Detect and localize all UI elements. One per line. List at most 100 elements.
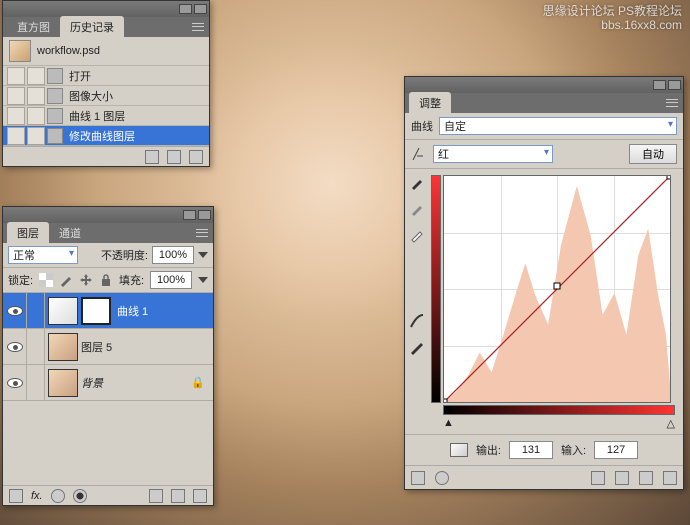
white-slider-icon[interactable]: △ (667, 417, 675, 430)
layers-tabs: 图层 通道 (3, 223, 91, 243)
tab-adjustments[interactable]: 调整 (409, 92, 451, 113)
fx-icon[interactable]: fx. (31, 490, 43, 502)
tab-channels[interactable]: 通道 (49, 222, 91, 243)
layer-thumb[interactable] (48, 333, 78, 361)
eyedropper-black-icon[interactable] (409, 175, 425, 191)
expand-icon[interactable] (435, 471, 449, 485)
return-icon[interactable] (411, 471, 425, 485)
channel-select[interactable]: 红 (433, 145, 553, 163)
new-layer-icon[interactable] (171, 489, 185, 503)
lock-transparent-icon[interactable] (39, 273, 53, 287)
preset-select[interactable]: 自定 (439, 117, 677, 135)
history-item[interactable]: 修改曲线图层 (3, 126, 209, 146)
curve-point-highlight[interactable] (667, 175, 672, 180)
curve-point-mid[interactable] (553, 282, 560, 289)
curves-graph[interactable] (443, 175, 671, 403)
history-document-row[interactable]: workflow.psd (3, 37, 209, 66)
layer-thumb[interactable] (48, 369, 78, 397)
layers-panel: 图层 通道 正常 不透明度: 100% 锁定: 填充: 100% 曲线 1 (2, 206, 214, 506)
panel-menu-icon[interactable] (664, 96, 680, 110)
layer-list: 曲线 1 图层 5 背景 🔒 (3, 293, 213, 485)
history-panel: 直方图 历史记录 workflow.psd 打开 图像大小 曲线 1 图层 修改… (2, 0, 210, 167)
group-icon[interactable] (149, 489, 163, 503)
lock-move-icon[interactable] (79, 273, 93, 287)
blend-mode-select[interactable]: 正常 (8, 246, 78, 264)
collapse-icon[interactable] (179, 4, 192, 14)
layer-item-curves[interactable]: 曲线 1 (3, 293, 213, 329)
panel-menu-icon[interactable] (194, 226, 210, 240)
clip-icon[interactable] (591, 471, 605, 485)
history-list: 打开 图像大小 曲线 1 图层 修改曲线图层 (3, 66, 209, 146)
snapshot-icon[interactable] (145, 150, 159, 164)
opacity-input[interactable]: 100% (152, 246, 194, 264)
opacity-flyout-icon[interactable] (198, 252, 208, 258)
visibility-icon[interactable] (7, 342, 23, 352)
auto-button[interactable]: 自动 (629, 144, 677, 164)
history-item[interactable]: 图像大小 (3, 86, 209, 106)
black-slider-icon[interactable]: ▲ (443, 417, 454, 430)
view-previous-icon[interactable] (615, 471, 629, 485)
lock-all-icon[interactable] (99, 273, 113, 287)
fill-flyout-icon[interactable] (198, 277, 208, 283)
curves-layer-icon (47, 108, 63, 124)
layer-item-background[interactable]: 背景 🔒 (3, 365, 213, 401)
history-item[interactable]: 打开 (3, 66, 209, 86)
history-item-label: 曲线 1 图层 (69, 108, 125, 124)
trash-icon[interactable] (663, 471, 677, 485)
close-icon[interactable] (668, 80, 681, 90)
fill-input[interactable]: 100% (150, 271, 192, 289)
close-icon[interactable] (198, 210, 211, 220)
layer-name: 背景 (81, 375, 103, 391)
trash-icon[interactable] (193, 489, 207, 503)
tab-history[interactable]: 历史记录 (60, 16, 124, 37)
open-icon (47, 68, 63, 84)
history-panel-header[interactable] (3, 1, 209, 17)
history-item-label: 修改曲线图层 (69, 128, 135, 144)
trash-icon[interactable] (189, 150, 203, 164)
tab-histogram[interactable]: 直方图 (7, 16, 60, 37)
curves-type-label: 曲线 (411, 118, 433, 134)
eyedropper-gray-icon[interactable] (409, 201, 425, 217)
image-size-icon (47, 88, 63, 104)
adjustment-icon[interactable] (73, 489, 87, 503)
visibility-icon[interactable] (7, 378, 23, 388)
curve-tools (405, 169, 429, 434)
input-input[interactable]: 127 (594, 441, 638, 459)
visibility-icon[interactable] (7, 306, 23, 316)
layer-mask-thumb[interactable] (81, 297, 111, 325)
watermark: 思缘设计论坛 PS教程论坛 bbs.16xx8.com (543, 4, 682, 32)
curve-pencil-icon[interactable] (409, 339, 425, 355)
mask-icon[interactable] (51, 489, 65, 503)
io-thumb-icon (450, 443, 468, 457)
eyedropper-white-icon[interactable] (409, 227, 425, 243)
history-item-label: 打开 (69, 68, 91, 84)
reset-icon[interactable] (639, 471, 653, 485)
input-label: 输入: (561, 442, 586, 458)
link-layers-icon[interactable] (9, 489, 23, 503)
curve-smooth-icon[interactable] (409, 313, 425, 329)
layer-name: 曲线 1 (117, 303, 148, 319)
fill-label: 填充: (119, 272, 144, 288)
input-gradient (443, 405, 675, 415)
history-item[interactable]: 曲线 1 图层 (3, 106, 209, 126)
panel-menu-icon[interactable] (190, 20, 206, 34)
document-name: workflow.psd (37, 45, 100, 57)
collapse-icon[interactable] (653, 80, 666, 90)
history-tabs: 直方图 历史记录 (3, 17, 124, 37)
adjust-footer (405, 465, 683, 489)
lock-label: 锁定: (8, 272, 33, 288)
tab-layers[interactable]: 图层 (7, 222, 49, 243)
target-adjust-icon[interactable] (411, 146, 427, 162)
modify-curves-icon (47, 128, 63, 144)
lock-brush-icon[interactable] (59, 273, 73, 287)
curve-point-shadow[interactable] (443, 399, 448, 404)
adjust-panel-header[interactable] (405, 77, 683, 93)
close-icon[interactable] (194, 4, 207, 14)
layers-panel-header[interactable] (3, 207, 213, 223)
new-state-icon[interactable] (167, 150, 181, 164)
document-thumb (9, 40, 31, 62)
output-input[interactable]: 131 (509, 441, 553, 459)
layer-thumb[interactable] (48, 297, 78, 325)
layer-item-image[interactable]: 图层 5 (3, 329, 213, 365)
collapse-icon[interactable] (183, 210, 196, 220)
